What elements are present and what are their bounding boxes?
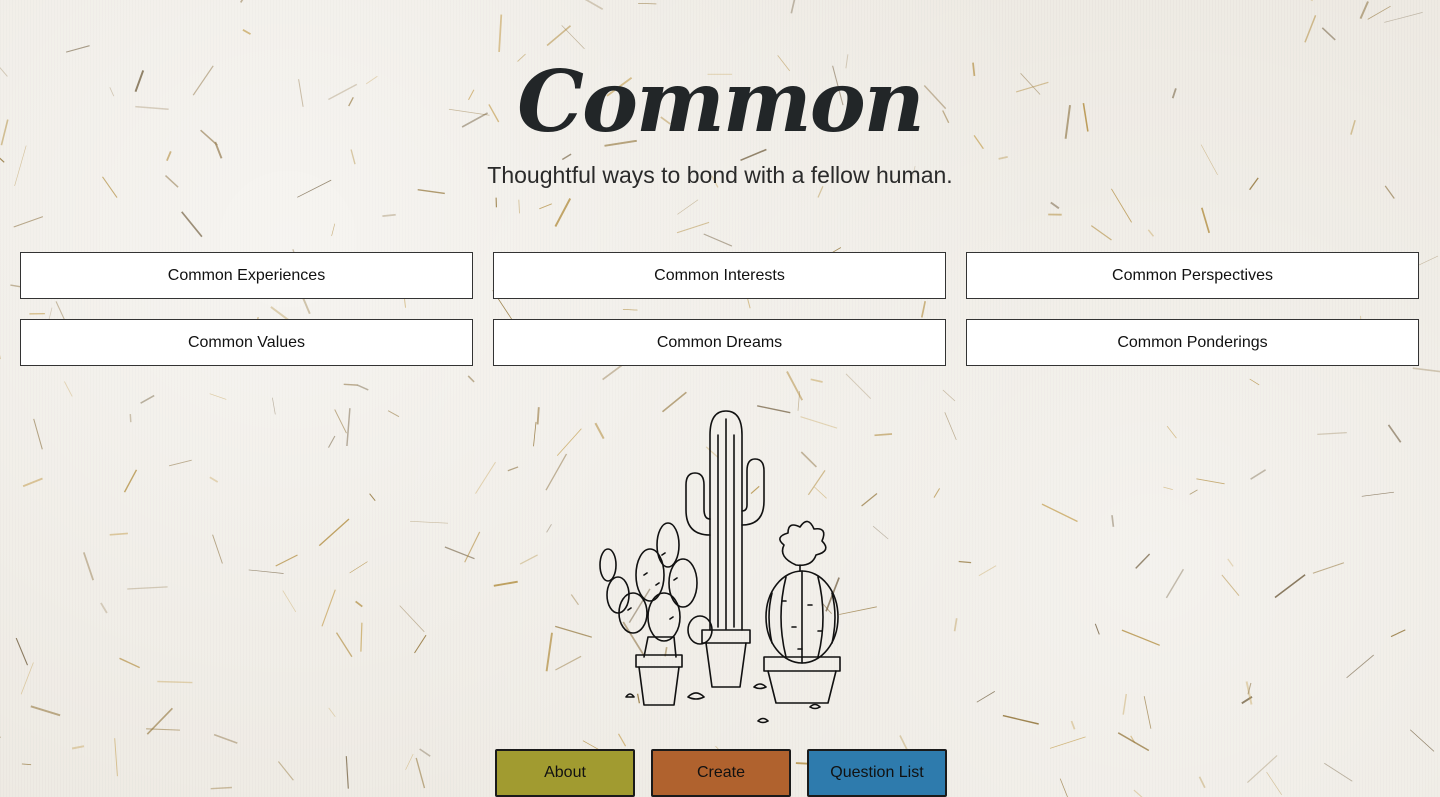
category-ponderings-button[interactable]: Common Ponderings (966, 319, 1419, 366)
category-dreams-button[interactable]: Common Dreams (493, 319, 946, 366)
category-interests-button[interactable]: Common Interests (493, 252, 946, 299)
question-list-button[interactable]: Question List (807, 749, 947, 797)
barrel-cactus-icon (763, 520, 841, 704)
category-grid: Common Experiences Common Interests Comm… (20, 252, 1420, 366)
saguaro-cactus-icon (685, 410, 765, 688)
about-button[interactable]: About (495, 749, 635, 797)
cactus-illustration (599, 410, 841, 724)
category-values-button[interactable]: Common Values (20, 319, 473, 366)
footer-nav: About Create Question List (495, 749, 947, 797)
prickly-pear-cactus-icon (599, 522, 713, 706)
category-experiences-button[interactable]: Common Experiences (20, 252, 473, 299)
tagline: Thoughtful ways to bond with a fellow hu… (487, 162, 953, 188)
site-logo: Common (517, 52, 925, 151)
category-perspectives-button[interactable]: Common Perspectives (966, 252, 1419, 299)
page: Common Thoughtful ways to bond with a fe… (0, 0, 1440, 797)
create-button[interactable]: Create (651, 749, 791, 797)
